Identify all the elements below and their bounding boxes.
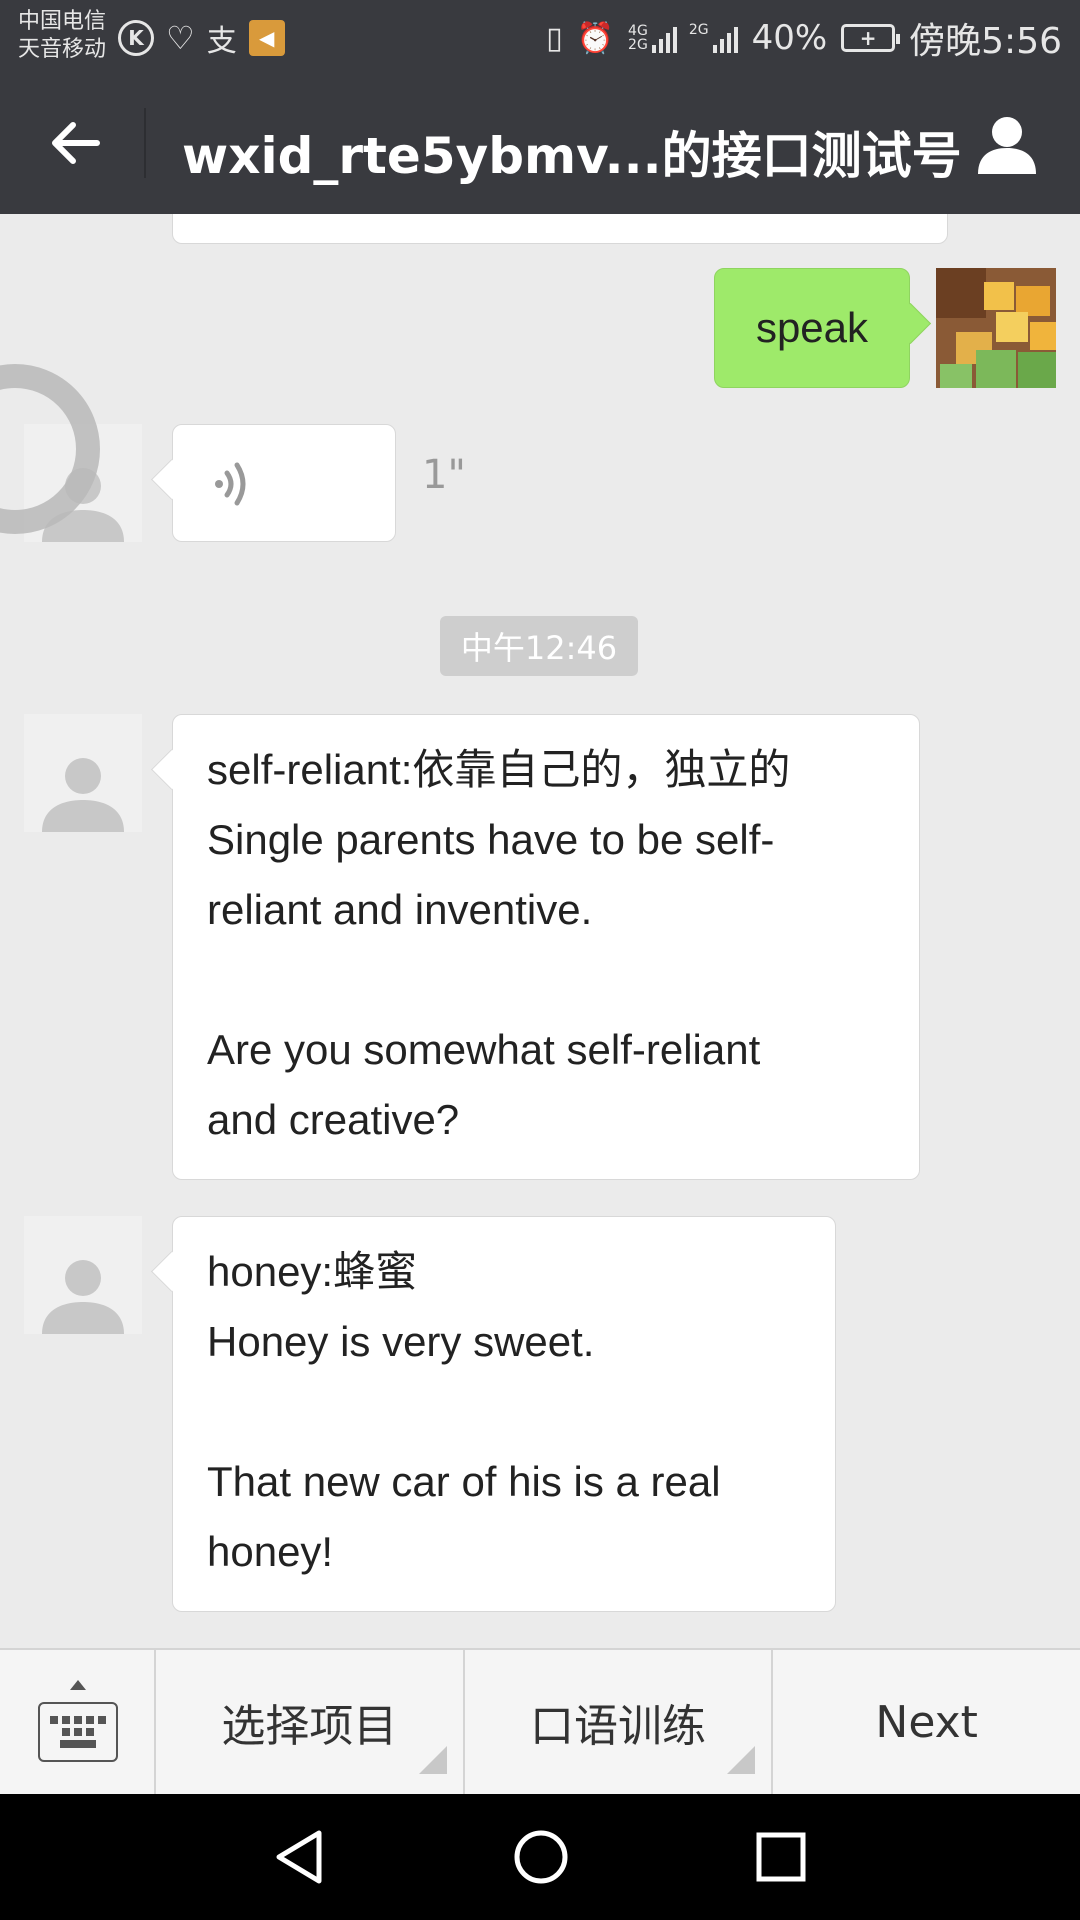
message-line: honey! bbox=[207, 1528, 334, 1575]
menu-item-label: Next bbox=[875, 1696, 978, 1748]
vibrate-icon: ▯ bbox=[546, 20, 563, 56]
status-time: 傍晚5:56 bbox=[909, 21, 1062, 62]
pay-icon: 支 bbox=[206, 24, 237, 59]
time-separator: 中午12:46 bbox=[440, 616, 638, 676]
network-2g-label: 2G bbox=[628, 37, 648, 53]
heart-icon: ♡ bbox=[166, 19, 195, 57]
menu-item-label: 口语训练 bbox=[530, 1701, 706, 1752]
message-line: That new car of his is a real bbox=[207, 1458, 721, 1505]
k-icon: K bbox=[118, 20, 154, 56]
message-line: honey:蜂蜜 bbox=[207, 1248, 418, 1295]
signal-icon: 4G 2G 2G bbox=[628, 23, 738, 53]
sent-message-text: speak bbox=[755, 304, 869, 351]
back-button[interactable] bbox=[40, 108, 110, 178]
chat-header: wxid_rte5ybmv...的接口测试号 bbox=[0, 72, 1080, 214]
network-2g-label-b: 2G bbox=[688, 22, 709, 38]
status-bar: 中国电信 天音移动 K ♡ 支 ◀ ▯ ⏰ 4G 2G 2G 40% + 傍晚5… bbox=[0, 0, 1080, 72]
menu-item-label: 选择项目 bbox=[221, 1701, 398, 1752]
circle-home-icon bbox=[514, 1830, 568, 1884]
chat-title: wxid_rte5ybmv...的接口测试号 bbox=[182, 127, 962, 185]
submenu-indicator-icon bbox=[418, 1746, 447, 1774]
menu-item-select-project[interactable]: 选择项目 bbox=[156, 1650, 465, 1794]
battery-icon: + bbox=[841, 24, 901, 52]
menu-item-oral-training[interactable]: 口语训练 bbox=[465, 1650, 774, 1794]
received-message-bubble[interactable]: honey:蜂蜜 Honey is very sweet. That new c… bbox=[172, 1216, 836, 1612]
sound-icon: ◀ bbox=[248, 20, 285, 56]
previous-message-bubble[interactable] bbox=[172, 214, 948, 244]
nav-home-button[interactable] bbox=[508, 1824, 574, 1890]
chevron-up-icon bbox=[70, 1680, 86, 1690]
bottom-menu: 选择项目 口语训练 Next bbox=[0, 1648, 1080, 1794]
carrier-info: 中国电信 天音移动 bbox=[18, 8, 106, 64]
arrow-left-icon bbox=[52, 122, 100, 164]
contact-avatar[interactable] bbox=[24, 714, 142, 832]
triangle-back-icon bbox=[276, 1830, 322, 1884]
message-line: Honey is very sweet. bbox=[207, 1318, 595, 1365]
contact-avatar[interactable] bbox=[24, 1216, 142, 1334]
alarm-icon: ⏰ bbox=[576, 20, 615, 56]
square-recents-icon bbox=[756, 1832, 806, 1882]
received-message-bubble[interactable]: self-reliant:依靠自己的，独立的 Single parents ha… bbox=[172, 714, 920, 1180]
voice-wave-icon bbox=[215, 462, 246, 506]
avatar-image bbox=[936, 268, 1056, 388]
nav-recents-button[interactable] bbox=[748, 1824, 814, 1890]
keyboard-icon bbox=[38, 1702, 118, 1762]
voice-duration: 1" bbox=[422, 452, 466, 498]
default-avatar-icon bbox=[42, 758, 124, 832]
message-line: reliant and inventive. bbox=[207, 886, 593, 933]
message-line: self-reliant:依靠自己的，独立的 bbox=[207, 746, 791, 793]
carrier-line-2: 天音移动 bbox=[18, 37, 107, 62]
default-avatar-icon bbox=[42, 1260, 124, 1334]
sent-message-bubble[interactable]: speak bbox=[714, 268, 910, 388]
network-4g-label: 4G bbox=[628, 23, 648, 39]
person-icon bbox=[978, 117, 1036, 174]
carrier-line-1: 中国电信 bbox=[18, 9, 107, 34]
header-divider bbox=[144, 108, 146, 178]
profile-button[interactable] bbox=[972, 110, 1042, 180]
voice-message-bubble[interactable] bbox=[172, 424, 396, 542]
message-line: and creative? bbox=[207, 1096, 460, 1143]
submenu-indicator-icon bbox=[727, 1746, 756, 1774]
nav-back-button[interactable] bbox=[266, 1824, 332, 1890]
self-avatar[interactable] bbox=[936, 268, 1056, 388]
message-line: Single parents have to be self- bbox=[207, 816, 775, 863]
battery-percent: 40% bbox=[751, 18, 828, 58]
keyboard-toggle-button[interactable] bbox=[0, 1650, 156, 1794]
menu-item-next[interactable]: Next bbox=[773, 1650, 1080, 1794]
system-nav-bar bbox=[0, 1794, 1080, 1920]
chat-area[interactable]: speak 1" 中午12:46 self-reliant:依靠自己的，独立的 … bbox=[0, 214, 1080, 1648]
message-line: Are you somewhat self-reliant bbox=[207, 1026, 761, 1073]
